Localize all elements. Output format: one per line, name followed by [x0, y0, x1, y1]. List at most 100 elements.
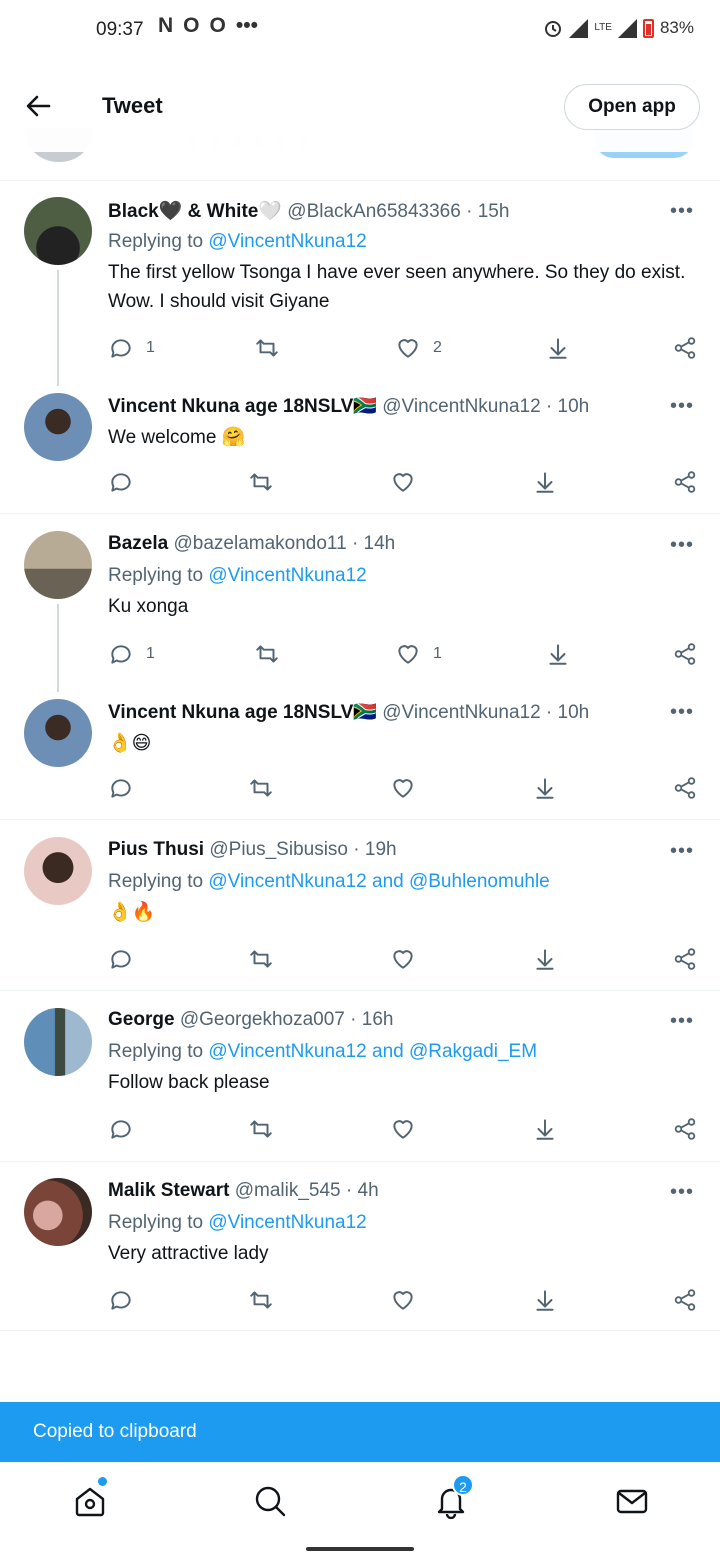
reply-button[interactable]: [108, 467, 134, 497]
replying-to-link[interactable]: @VincentNkuna12: [208, 231, 366, 252]
more-options-icon[interactable]: •••: [670, 1181, 694, 1204]
tweet-author-name[interactable]: Vincent Nkuna age 18NSLV🇿🇦: [108, 396, 377, 417]
replying-to-link[interactable]: @VincentNkuna12 and @Rakgadi_EM: [208, 1041, 537, 1062]
download-arrow-icon: [549, 644, 567, 665]
tweet-handle[interactable]: @BlackAn65843366: [287, 201, 461, 222]
retweet-button[interactable]: [248, 1285, 274, 1315]
more-options-icon[interactable]: •••: [670, 534, 694, 557]
tweet-author-name[interactable]: Vincent Nkuna age 18NSLV🇿🇦: [108, 702, 377, 723]
share-icon: [674, 1289, 696, 1311]
back-arrow-icon[interactable]: [22, 90, 54, 122]
like-button[interactable]: [390, 1114, 416, 1144]
share-via-button[interactable]: [672, 773, 698, 803]
reply-icon: [111, 645, 131, 664]
status-system-icons: LTE 83%: [543, 18, 694, 38]
like-button[interactable]: 2: [395, 333, 442, 363]
nav-search[interactable]: [252, 1483, 288, 1519]
avatar[interactable]: [24, 699, 92, 767]
tweet[interactable]: Pius Thusi @Pius_Sibusiso · 19h ••• Repl…: [0, 820, 720, 990]
share-via-button[interactable]: [672, 1114, 698, 1144]
more-options-icon[interactable]: •••: [670, 200, 694, 223]
download-arrow-icon: [536, 1290, 554, 1311]
reply-button[interactable]: 1: [108, 333, 155, 363]
retweet-button[interactable]: [248, 773, 274, 803]
retweet-icon: [256, 645, 278, 663]
share-button[interactable]: [532, 773, 558, 803]
tweet-author-name[interactable]: Malik Stewart: [108, 1180, 229, 1201]
share-via-button[interactable]: [672, 944, 698, 974]
tweet-author-name[interactable]: George: [108, 1009, 175, 1030]
share-via-button[interactable]: [672, 639, 698, 669]
download-arrow-icon: [536, 472, 554, 493]
avatar[interactable]: [24, 837, 92, 905]
share-button[interactable]: [545, 639, 571, 669]
more-options-icon[interactable]: •••: [670, 840, 694, 863]
reply-button[interactable]: [108, 773, 134, 803]
tweet[interactable]: Malik Stewart @malik_545 · 4h ••• Replyi…: [0, 1162, 720, 1330]
heart-icon: [398, 645, 418, 664]
replying-label: Replying to: [108, 1212, 209, 1233]
more-options-icon[interactable]: •••: [670, 1010, 694, 1033]
tweet[interactable]: Vincent Nkuna age 18NSLV🇿🇦 @VincentNkuna…: [0, 385, 720, 513]
open-app-button[interactable]: Open app: [564, 84, 700, 130]
like-button[interactable]: 1: [395, 639, 442, 669]
tweet[interactable]: Black🖤 & White🤍 @BlackAn65843366 · 15h •…: [0, 180, 720, 386]
share-button[interactable]: [532, 944, 558, 974]
tweet-handle[interactable]: @Pius_Sibusiso: [209, 839, 348, 860]
nav-messages[interactable]: [614, 1483, 650, 1519]
like-button[interactable]: [390, 773, 416, 803]
share-via-button[interactable]: [672, 1285, 698, 1315]
replying-label: Replying to: [108, 565, 209, 586]
share-button[interactable]: [532, 1114, 558, 1144]
status-bar: 09:37 N O O ••• LTE 83%: [0, 0, 720, 60]
tweet-handle[interactable]: @VincentNkuna12: [382, 396, 540, 417]
tweet[interactable]: George @Georgekhoza007 · 16h ••• Replyin…: [0, 991, 720, 1161]
retweet-button[interactable]: [248, 467, 274, 497]
home-indicator[interactable]: [306, 1547, 414, 1551]
heart-icon: [393, 1291, 413, 1310]
avatar[interactable]: [24, 1178, 92, 1246]
tweet-text: The first yellow Tsonga I have ever seen…: [108, 262, 686, 312]
avatar[interactable]: [24, 393, 92, 461]
more-options-icon[interactable]: •••: [670, 395, 694, 418]
reply-button[interactable]: [108, 944, 134, 974]
reply-button[interactable]: 1: [108, 639, 155, 669]
nav-home[interactable]: [72, 1483, 108, 1519]
share-button[interactable]: [532, 1285, 558, 1315]
like-button[interactable]: [390, 1285, 416, 1315]
share-via-button[interactable]: [672, 333, 698, 363]
avatar[interactable]: [24, 1008, 92, 1076]
share-icon: [674, 643, 696, 665]
tweet-author-name[interactable]: Black🖤 & White🤍: [108, 201, 282, 222]
reply-button[interactable]: [108, 1114, 134, 1144]
tweet[interactable]: Bazela @bazelamakondo11 · 14h ••• Replyi…: [0, 514, 720, 692]
heart-icon: [393, 950, 413, 969]
like-button[interactable]: [390, 467, 416, 497]
more-options-icon[interactable]: •••: [670, 701, 694, 724]
tweet[interactable]: Vincent Nkuna age 18NSLV🇿🇦 @VincentNkuna…: [0, 691, 720, 819]
retweet-button[interactable]: [254, 333, 280, 363]
retweet-button[interactable]: [248, 944, 274, 974]
avatar[interactable]: [24, 531, 92, 599]
tweet-author-name[interactable]: Pius Thusi: [108, 839, 204, 860]
share-icon: [674, 471, 696, 493]
status-notification-icons: N O O •••: [158, 14, 258, 38]
share-button[interactable]: [545, 333, 571, 363]
tweet-handle[interactable]: @malik_545: [235, 1180, 341, 1201]
tweet-handle[interactable]: @bazelamakondo11: [173, 533, 346, 554]
share-button[interactable]: [532, 467, 558, 497]
retweet-button[interactable]: [254, 639, 280, 669]
tweet-author-name[interactable]: Bazela: [108, 533, 168, 554]
reply-button[interactable]: [108, 1285, 134, 1315]
retweet-button[interactable]: [248, 1114, 274, 1144]
heart-icon: [398, 339, 418, 358]
tweet-handle[interactable]: @Georgekhoza007: [180, 1009, 345, 1030]
like-button[interactable]: [390, 944, 416, 974]
share-via-button[interactable]: [672, 467, 698, 497]
retweet-icon: [250, 950, 272, 968]
replying-to-link[interactable]: @VincentNkuna12: [208, 1212, 366, 1233]
replying-to-link[interactable]: @VincentNkuna12 and @Buhlenomuhle: [208, 871, 549, 892]
avatar[interactable]: [24, 197, 92, 265]
replying-to-link[interactable]: @VincentNkuna12: [208, 565, 366, 586]
tweet-handle[interactable]: @VincentNkuna12: [382, 702, 540, 723]
